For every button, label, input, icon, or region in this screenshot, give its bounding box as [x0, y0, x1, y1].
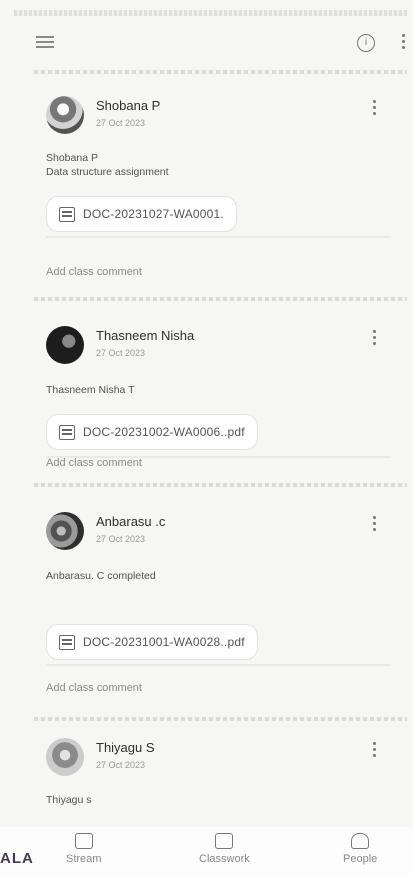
post-text: Anbarasu. C completed [46, 570, 156, 582]
attachment-chip[interactable]: DOC-20231027-WA0001. [46, 196, 237, 232]
classwork-icon [215, 833, 234, 849]
bottom-nav: ALA Stream Classwork People [0, 827, 413, 877]
post-author: Thiyagu S [96, 740, 155, 755]
add-comment-link[interactable]: Add class comment [46, 266, 142, 278]
attachment-chip[interactable]: DOC-20231001-WA0028..pdf [46, 624, 258, 660]
app-bar: i [0, 24, 413, 64]
post-date: 27 Oct 2023 [96, 348, 146, 358]
nav-label: Stream [66, 853, 102, 865]
divider [34, 297, 407, 301]
divider [34, 717, 407, 721]
post-more-icon[interactable] [373, 742, 377, 760]
post-text: Data structure assignment [46, 166, 169, 178]
more-vert-icon[interactable] [402, 34, 406, 52]
divider [46, 236, 391, 238]
divider [34, 483, 407, 487]
avatar[interactable] [46, 512, 84, 550]
avatar[interactable] [46, 96, 84, 134]
divider [46, 664, 391, 666]
nav-stream[interactable]: Stream [66, 833, 101, 865]
post-more-icon[interactable] [373, 516, 377, 534]
attachment-name: DOC-20231001-WA0028..pdf [83, 635, 245, 649]
post-more-icon[interactable] [373, 330, 377, 348]
nav-people[interactable]: People [343, 833, 377, 865]
nav-classwork[interactable]: Classwork [199, 833, 250, 865]
file-icon [59, 634, 75, 650]
add-comment-link[interactable]: Add class comment [46, 457, 142, 469]
attachment-name: DOC-20231027-WA0001. [83, 207, 224, 221]
status-line [14, 10, 407, 16]
people-icon [351, 833, 370, 849]
stream-icon [74, 833, 93, 849]
post-date: 27 Oct 2023 [96, 534, 146, 544]
file-icon [59, 206, 75, 222]
post-date: 27 Oct 2023 [96, 118, 146, 128]
attachment-chip[interactable]: DOC-20231002-WA0006..pdf [46, 414, 258, 450]
nav-label: Classwork [199, 853, 250, 865]
post-author: Shobana P [96, 98, 161, 113]
attachment-name: DOC-20231002-WA0006..pdf [83, 425, 245, 439]
add-comment-link[interactable]: Add class comment [46, 682, 142, 694]
post-date: 27 Oct 2023 [96, 760, 146, 770]
nav-label: People [343, 853, 378, 865]
menu-icon[interactable] [36, 36, 54, 50]
file-icon [59, 424, 75, 440]
post-text: Thiyagu s [46, 794, 92, 806]
post-author: Anbarasu .c [96, 514, 166, 529]
divider [34, 70, 407, 74]
brand-logo: ALA [0, 850, 34, 867]
info-icon[interactable]: i [357, 34, 375, 52]
avatar[interactable] [46, 326, 84, 364]
post-text: Thasneem Nisha T [46, 384, 135, 396]
avatar[interactable] [46, 738, 84, 776]
post-text: Shobana P [46, 152, 98, 164]
post-more-icon[interactable] [373, 100, 377, 118]
post-author: Thasneem Nisha [96, 328, 195, 343]
